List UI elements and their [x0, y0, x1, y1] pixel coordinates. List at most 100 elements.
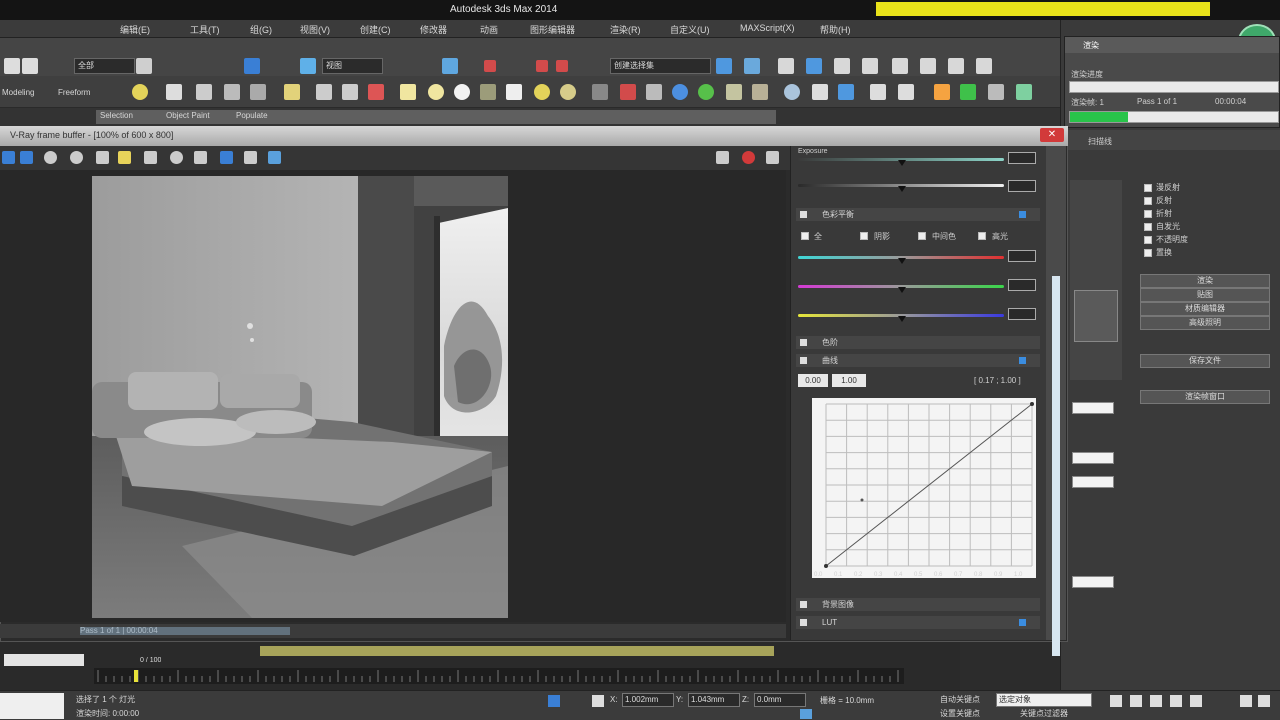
menu-maxscript[interactable]: MAXScript(X) [740, 23, 795, 33]
menu-group[interactable]: 组(G) [250, 23, 272, 36]
move-icon[interactable] [300, 58, 316, 74]
ribbon-tab-object-paint[interactable]: Object Paint [166, 111, 210, 120]
link-icon[interactable] [244, 151, 257, 164]
checkbox-opacity[interactable] [1144, 236, 1152, 244]
cyan-red-value[interactable] [1008, 250, 1036, 262]
menu-edit[interactable]: 编辑(E) [120, 23, 150, 36]
history-icon[interactable] [268, 151, 281, 164]
menu-rendering[interactable]: 渲染(R) [610, 23, 641, 36]
previous-frame-icon[interactable] [1130, 695, 1142, 707]
vray-environment-icon[interactable] [698, 84, 714, 100]
time-slider[interactable] [260, 646, 774, 656]
set-key-button[interactable]: 设置关键点 [940, 708, 980, 719]
section-toggle[interactable] [800, 211, 807, 218]
yellow-blue-thumb[interactable] [898, 316, 906, 322]
contrast-value[interactable] [1008, 180, 1036, 192]
spinner-4[interactable] [1072, 576, 1114, 588]
menu-customize[interactable]: 自定义(U) [670, 23, 710, 36]
vray-sphere-icon[interactable] [454, 84, 470, 100]
plane-icon[interactable] [250, 84, 266, 100]
spinner-2[interactable] [1072, 452, 1114, 464]
lock-selection-icon[interactable] [548, 695, 560, 707]
time-tag-icon[interactable] [800, 709, 812, 719]
menu-animation[interactable]: 动画 [480, 23, 498, 36]
panel-button-save-file[interactable]: 保存文件 [1140, 354, 1270, 368]
panel-button-advanced-lighting[interactable]: 高级照明 [1140, 316, 1270, 330]
section-curves[interactable]: 曲线 [796, 354, 1040, 367]
section-levels[interactable]: 色阶 [796, 336, 1040, 349]
helper-icon[interactable] [342, 84, 358, 100]
pan-view-icon[interactable] [1258, 695, 1270, 707]
track-bar[interactable] [94, 668, 904, 684]
vray-object-props-icon[interactable] [870, 84, 886, 100]
schematic-view-icon[interactable] [862, 58, 878, 74]
ribbon-tab-modeling[interactable]: Modeling [2, 88, 34, 97]
color-correction-scrollbar[interactable] [1046, 146, 1066, 656]
material-editor-icon[interactable] [892, 58, 908, 74]
ribbon-icon[interactable] [806, 58, 822, 74]
named-selection-set[interactable]: 创建选择集 [610, 58, 711, 74]
rendered-frame-window-icon[interactable] [948, 58, 964, 74]
curve-input-max[interactable]: 1.00 [832, 374, 866, 387]
panel-button-render[interactable]: 渲染 [1140, 274, 1270, 288]
percent-snap-icon[interactable] [556, 60, 568, 72]
curve-editor[interactable] [812, 398, 1036, 578]
cyan-red-thumb[interactable] [898, 258, 906, 264]
align-icon[interactable] [744, 58, 760, 74]
menu-graph-editors[interactable]: 图形编辑器 [530, 23, 575, 36]
radio-shadows[interactable] [860, 232, 868, 240]
vray-vfb-icon[interactable] [1016, 84, 1032, 100]
curve-editor-icon[interactable] [834, 58, 850, 74]
ribbon-tab-populate[interactable]: Populate [236, 111, 268, 120]
panel-button-maps[interactable]: 贴图 [1140, 288, 1270, 302]
section-color-balance[interactable]: 色彩平衡 [796, 208, 1040, 221]
green-channel-icon[interactable] [70, 151, 83, 164]
light-icon[interactable] [132, 84, 148, 100]
menu-help[interactable]: 帮助(H) [820, 23, 851, 36]
spinner-3[interactable] [1072, 476, 1114, 488]
cylinder-icon[interactable] [224, 84, 240, 100]
vray-edge-icon[interactable] [988, 84, 1004, 100]
coord-z-field[interactable]: 0.0mm [754, 693, 806, 707]
checkbox-self-illum[interactable] [1144, 223, 1152, 231]
curve-input-min[interactable]: 0.00 [798, 374, 828, 387]
pin-icon[interactable] [1019, 211, 1026, 218]
alpha-channel-icon[interactable] [20, 151, 33, 164]
vray-hair-icon[interactable] [752, 84, 768, 100]
checkbox-diffuse[interactable] [1144, 184, 1152, 192]
radio-all[interactable] [801, 232, 809, 240]
zoom-icon[interactable] [194, 151, 207, 164]
maxscript-listener[interactable] [4, 654, 84, 666]
options-icon[interactable] [766, 151, 779, 164]
key-filters-button[interactable]: 关键点过滤器 [1020, 708, 1068, 719]
vray-light-lister-icon[interactable] [898, 84, 914, 100]
radio-midtones[interactable] [918, 232, 926, 240]
track-mouse-icon[interactable] [170, 151, 183, 164]
zoom-extents-icon[interactable] [1240, 695, 1252, 707]
section-toggle[interactable] [800, 357, 807, 364]
section-toggle[interactable] [800, 601, 807, 608]
pin-icon[interactable] [1019, 357, 1026, 364]
panel-button-frame-window[interactable]: 渲染帧窗口 [1140, 390, 1270, 404]
menu-modifiers[interactable]: 修改器 [420, 23, 447, 36]
contrast-slider-thumb[interactable] [898, 186, 906, 192]
render-setup-icon[interactable] [920, 58, 936, 74]
save-image-icon[interactable] [96, 151, 109, 164]
checkbox-refract[interactable] [1144, 210, 1152, 218]
vray-fur-icon[interactable] [592, 84, 608, 100]
checkbox-reflect[interactable] [1144, 197, 1152, 205]
vray-tree-icon[interactable] [960, 84, 976, 100]
exposure-slider-thumb[interactable] [898, 160, 906, 166]
selection-filter-dropdown[interactable]: 全部 [74, 58, 135, 74]
vray-ies-icon[interactable] [560, 84, 576, 100]
curve-graph[interactable] [812, 398, 1036, 578]
maxscript-mini-listener[interactable] [0, 693, 64, 719]
vray-plane-icon[interactable] [480, 84, 496, 100]
magenta-green-value[interactable] [1008, 279, 1036, 291]
close-icon[interactable]: ✕ [1040, 128, 1064, 142]
vray-mesh-export-icon[interactable] [620, 84, 636, 100]
vray-light-icon[interactable] [400, 84, 416, 100]
pin-icon[interactable] [1019, 619, 1026, 626]
render-icon[interactable] [742, 151, 755, 164]
vray-caustics-icon[interactable] [812, 84, 828, 100]
